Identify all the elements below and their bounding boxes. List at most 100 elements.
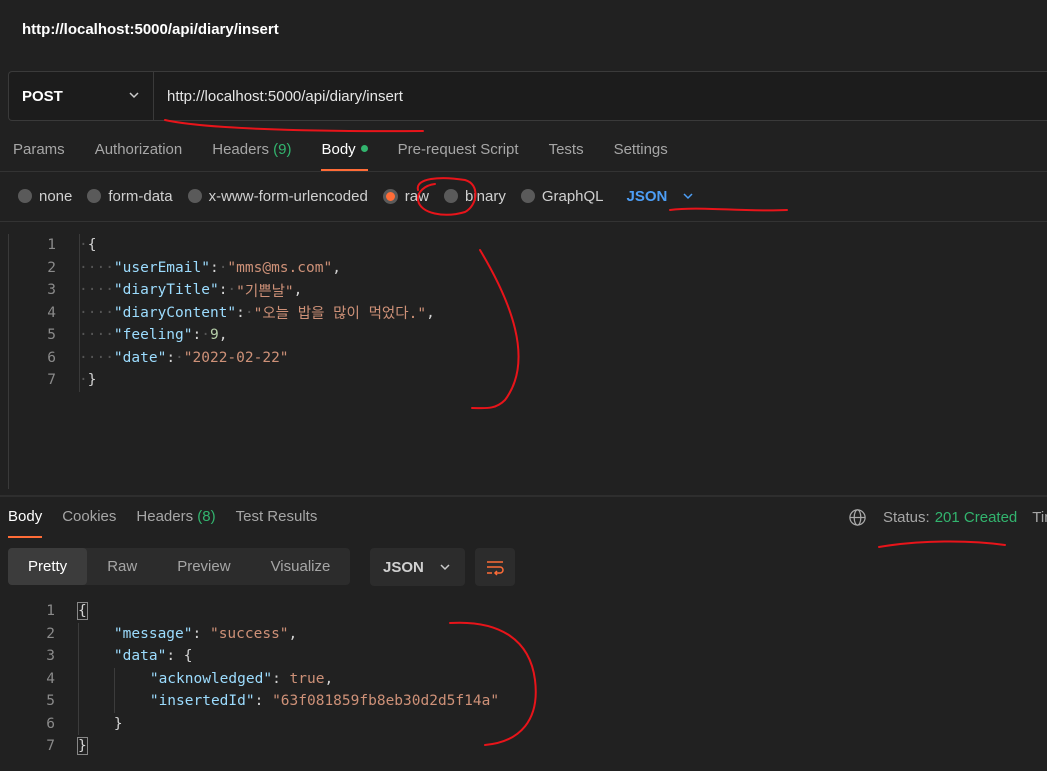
json-value: "기쁜날" bbox=[236, 283, 294, 300]
brace: } bbox=[77, 737, 88, 756]
tab-label: Authorization bbox=[94, 141, 183, 158]
method-label: POST bbox=[22, 87, 63, 105]
json-value: "success" bbox=[209, 625, 289, 642]
radio-graphql[interactable]: GraphQL bbox=[520, 187, 604, 205]
line-number: 5 bbox=[46, 693, 55, 710]
tab-authorization[interactable]: Authorization bbox=[95, 141, 183, 171]
json-key: "userEmail" bbox=[113, 259, 210, 276]
view-pretty[interactable]: Pretty bbox=[8, 548, 88, 585]
chevron-down-icon bbox=[440, 564, 450, 571]
json-key: "date" bbox=[113, 349, 167, 366]
tab-label: Pre-request Script bbox=[397, 141, 519, 158]
code-line: 4 ···· "diaryContent": · "오늘 밥을 많이 먹었다.", bbox=[9, 302, 1047, 325]
tab-label: Params bbox=[13, 141, 65, 158]
json-key: "data" bbox=[113, 648, 167, 665]
tab-headers[interactable]: Headers (9) bbox=[212, 141, 291, 171]
json-value: 9 bbox=[209, 327, 219, 344]
radio-raw[interactable]: raw bbox=[382, 187, 429, 205]
tab-label: Body bbox=[8, 508, 43, 525]
brace: { bbox=[87, 237, 97, 254]
divider bbox=[0, 221, 1047, 222]
radio-label: form-data bbox=[108, 187, 173, 205]
tab-label: Body bbox=[321, 141, 356, 158]
code-line: 1 ·{ bbox=[9, 234, 1047, 257]
view-raw[interactable]: Raw bbox=[87, 548, 157, 585]
headers-count: (9) bbox=[273, 141, 292, 158]
radio-circle bbox=[443, 189, 458, 203]
code-line: 6 ···· "date": · "2022-02-22" bbox=[9, 347, 1047, 370]
pane-resizer[interactable] bbox=[0, 495, 1047, 497]
json-key: "diaryTitle" bbox=[113, 282, 219, 299]
radio-circle bbox=[18, 189, 32, 203]
annotation-underline-status bbox=[878, 540, 1006, 548]
wrap-lines-icon bbox=[487, 561, 504, 576]
json-key: "acknowledged" bbox=[149, 670, 273, 687]
tab-settings[interactable]: Settings bbox=[614, 141, 668, 171]
annotation-underline-json bbox=[669, 207, 788, 212]
tab-label: Test Results bbox=[235, 508, 318, 525]
response-tab-body[interactable]: Body bbox=[8, 508, 43, 538]
response-tab-cookies[interactable]: Cookies bbox=[62, 508, 116, 538]
time-label[interactable]: Tim bbox=[1032, 509, 1047, 526]
code-line: 5 "insertedId": "63f081859fb8eb30d2d5f14… bbox=[8, 690, 1047, 713]
json-value: true bbox=[289, 670, 325, 687]
code-line: 2 "message": "success", bbox=[8, 622, 1047, 645]
url-input[interactable]: http://localhost:5000/api/diary/insert bbox=[154, 72, 1047, 120]
code-line: 3 ···· "diaryTitle": · "기쁜날", bbox=[9, 279, 1047, 302]
brace: } bbox=[87, 372, 97, 389]
tab-label: Headers bbox=[136, 508, 194, 525]
tab-params[interactable]: Params bbox=[13, 141, 65, 171]
radio-label: raw bbox=[404, 187, 429, 205]
response-tabs: Body Cookies Headers (8) Test Results bbox=[8, 508, 337, 538]
radio-label: binary bbox=[464, 187, 506, 205]
format-label: JSON bbox=[383, 558, 424, 576]
radio-x-www-form-urlencoded[interactable]: x-www-form-urlencoded bbox=[187, 187, 368, 205]
radio-circle bbox=[520, 189, 535, 203]
format-label: JSON bbox=[626, 187, 668, 205]
brace: } bbox=[113, 715, 123, 732]
json-value: "2022-02-22" bbox=[183, 349, 289, 366]
json-key: "feeling" bbox=[113, 327, 193, 344]
headers-count: (8) bbox=[197, 508, 216, 525]
code-line: 3 "data": { bbox=[8, 645, 1047, 668]
response-tab-headers[interactable]: Headers (8) bbox=[136, 508, 215, 538]
indent-guide bbox=[79, 234, 80, 392]
radio-none[interactable]: none bbox=[18, 188, 72, 205]
tab-tests[interactable]: Tests bbox=[549, 141, 584, 171]
radio-label: GraphQL bbox=[541, 187, 604, 205]
response-tab-test-results[interactable]: Test Results bbox=[236, 508, 318, 538]
request-body-editor[interactable]: 1 ·{ 2 ···· "userEmail": · "mms@ms.com", 3 ···… bbox=[8, 234, 1047, 489]
tab-pre-request-script[interactable]: Pre-request Script bbox=[398, 141, 519, 171]
radio-label: x-www-form-urlencoded bbox=[208, 187, 368, 205]
code-line: 5 ···· "feeling": · 9, bbox=[9, 324, 1047, 347]
tab-label: Cookies bbox=[62, 508, 117, 525]
radio-binary[interactable]: binary bbox=[443, 187, 506, 205]
tab-label: Settings bbox=[613, 141, 668, 158]
response-body-viewer[interactable]: 1{ 2 "message": "success", 3 "data": { 4… bbox=[8, 600, 1047, 771]
code-line: 7 ·} bbox=[9, 369, 1047, 392]
status-value[interactable]: 201 Created bbox=[935, 509, 1018, 526]
code-line: 1{ bbox=[8, 600, 1047, 623]
view-visualize[interactable]: Visualize bbox=[251, 548, 351, 585]
code-line: 7} bbox=[8, 735, 1047, 758]
line-number: 7 bbox=[46, 738, 55, 755]
radio-circle bbox=[187, 189, 202, 203]
body-format-select[interactable]: JSON bbox=[627, 188, 695, 205]
request-tabs: Params Authorization Headers (9) Body Pr… bbox=[13, 141, 698, 171]
json-key: "diaryContent" bbox=[113, 304, 237, 321]
radio-form-data[interactable]: form-data bbox=[87, 187, 173, 205]
line-number: 5 bbox=[47, 327, 56, 344]
tab-label: Tests bbox=[548, 141, 584, 158]
status-label: Status: bbox=[883, 509, 930, 526]
globe-icon[interactable] bbox=[848, 508, 867, 527]
response-status: Status: 201 Created Tim bbox=[848, 508, 1047, 527]
line-number: 4 bbox=[46, 670, 55, 687]
wrap-lines-button[interactable] bbox=[475, 548, 515, 586]
chevron-down-icon bbox=[129, 92, 139, 99]
method-select[interactable]: POST bbox=[9, 72, 154, 120]
tab-body[interactable]: Body bbox=[321, 141, 368, 171]
response-format-select[interactable]: JSON bbox=[370, 548, 465, 586]
json-value: "오늘 밥을 많이 먹었다." bbox=[253, 306, 427, 323]
line-number: 3 bbox=[47, 282, 56, 299]
view-preview[interactable]: Preview bbox=[157, 548, 250, 585]
